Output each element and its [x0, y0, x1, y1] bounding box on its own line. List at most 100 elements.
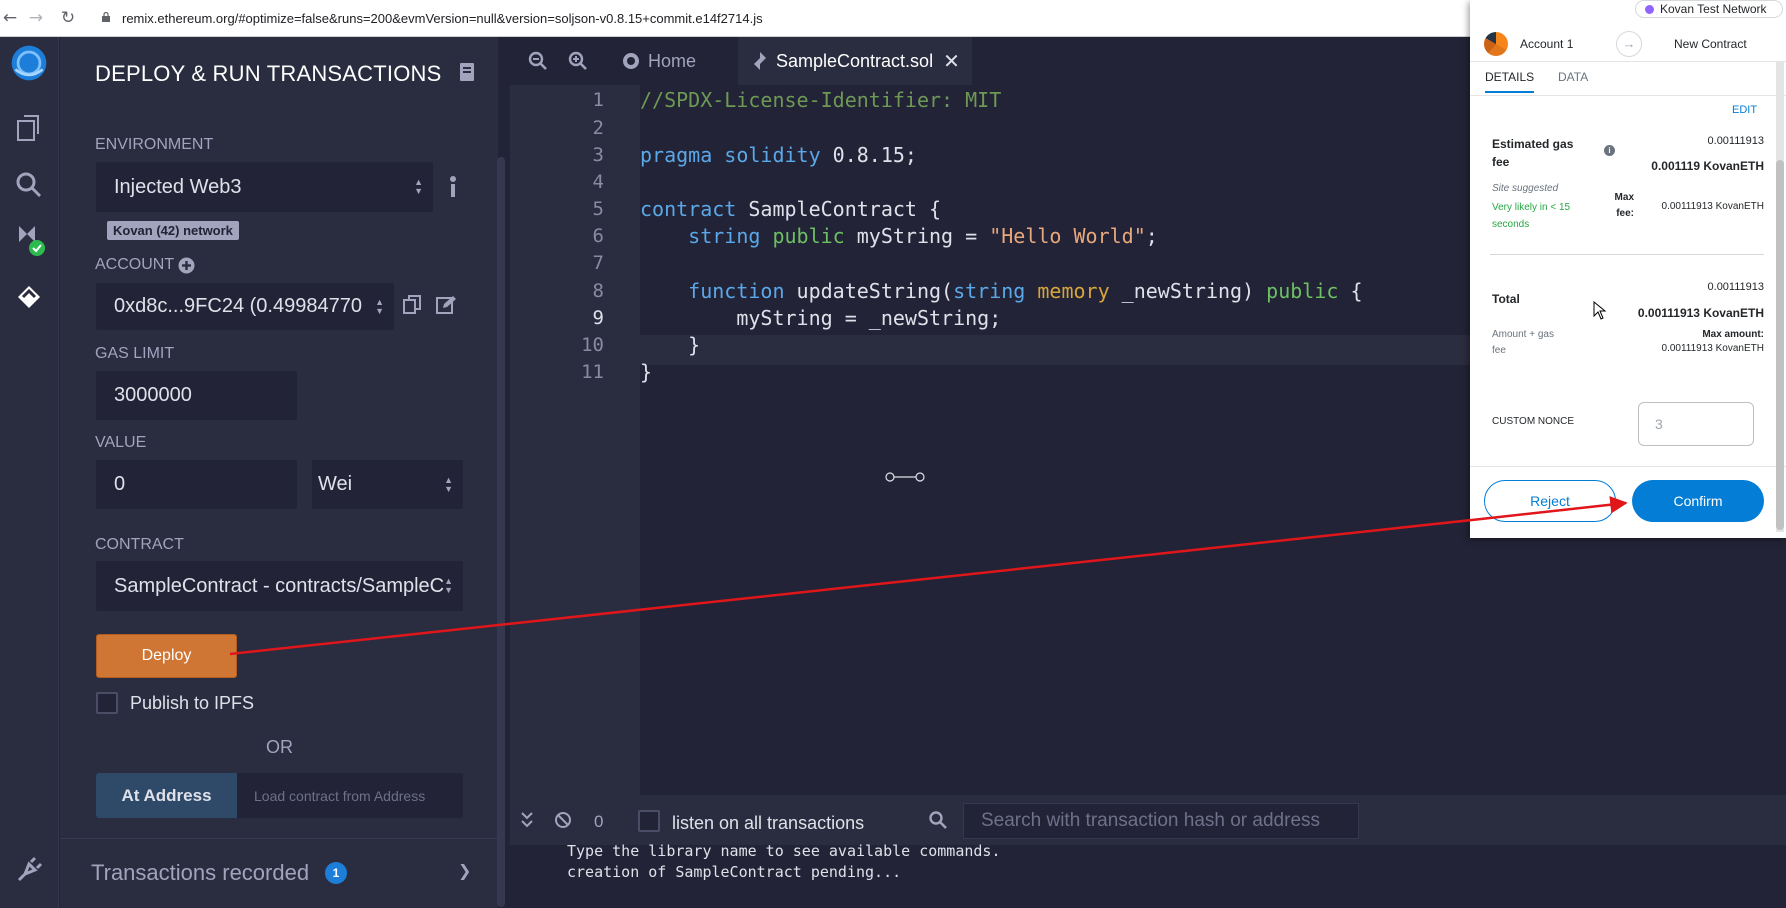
- network-dot-icon: [1645, 5, 1654, 14]
- code-keyword: function: [688, 279, 785, 303]
- tab-file-label: SampleContract.sol: [776, 50, 934, 71]
- likely-time: Very likely in < 15: [1492, 202, 1571, 213]
- line-number: 9: [592, 307, 604, 329]
- total-value: 0.00111913: [1707, 281, 1764, 293]
- plugin-manager-icon[interactable]: [8, 849, 50, 891]
- custom-nonce-input[interactable]: 3: [1638, 402, 1754, 446]
- terminal-search-input[interactable]: Search with transaction hash or address: [963, 803, 1359, 839]
- value-unit: Wei: [318, 473, 353, 495]
- est-gas-label-2: fee: [1492, 155, 1510, 169]
- solidity-compiler-icon[interactable]: [8, 219, 50, 261]
- line-number: 10: [581, 334, 604, 356]
- file-explorer-icon[interactable]: [8, 107, 50, 149]
- network-selector[interactable]: Kovan Test Network: [1635, 0, 1783, 18]
- code-type: string: [953, 279, 1026, 303]
- code-line-3: pragma solidity 0.8.15;: [640, 143, 917, 167]
- solidity-file-icon: [754, 52, 766, 70]
- code-line-6: string public myString = "Hello World";: [640, 224, 1158, 248]
- gas-limit-input[interactable]: 3000000: [96, 371, 297, 420]
- zoom-out-icon[interactable]: [528, 51, 548, 71]
- code-keyword: contract: [640, 197, 737, 221]
- publish-ipfs-label: Publish to IPFS: [130, 693, 255, 713]
- network-name: Kovan Test Network: [1660, 2, 1767, 16]
- remix-logo-icon[interactable]: [8, 42, 50, 84]
- code-text: ;: [1145, 224, 1158, 248]
- code-text: }: [688, 333, 701, 357]
- listen-all-checkbox[interactable]: [638, 810, 660, 832]
- resize-handle-icon[interactable]: [885, 471, 925, 483]
- close-tab-icon[interactable]: ✕: [943, 49, 960, 74]
- tab-home[interactable]: Home: [620, 37, 696, 85]
- account-label: ACCOUNT: [95, 256, 175, 273]
- code-text: 0.8.15;: [820, 143, 917, 167]
- zoom-in-icon[interactable]: [568, 51, 588, 71]
- max-amount-value: 0.00111913 KovanETH: [1661, 343, 1764, 354]
- at-address-input[interactable]: Load contract from Address: [237, 773, 463, 818]
- code-string: "Hello World": [989, 224, 1146, 248]
- chevron-right-icon[interactable]: ❯: [458, 861, 471, 881]
- confirm-button[interactable]: Confirm: [1632, 480, 1764, 522]
- reject-button[interactable]: Reject: [1484, 480, 1616, 522]
- select-arrows-icon: ▲ ▼: [444, 576, 453, 595]
- mouse-cursor-icon: [1593, 301, 1607, 320]
- code-text: _newString): [1109, 279, 1267, 303]
- collapse-terminal-icon[interactable]: [520, 812, 534, 828]
- line-number: 3: [592, 144, 604, 166]
- edit-gas-link[interactable]: EDIT: [1732, 104, 1757, 116]
- gas-limit-label: GAS LIMIT: [95, 345, 175, 362]
- address-bar[interactable]: remix.ethereum.org/#optimize=false&runs=…: [122, 11, 763, 26]
- value-input[interactable]: 0: [96, 460, 297, 509]
- deploy-run-icon[interactable]: [8, 276, 50, 318]
- back-icon[interactable]: ←: [0, 8, 20, 28]
- metamask-popup: Kovan Test Network Account 1 → New Contr…: [1470, 0, 1786, 538]
- mm-tabs: DETAILS DATA: [1470, 62, 1786, 96]
- panel-scrollbar[interactable]: [497, 157, 505, 907]
- forward-icon[interactable]: →: [26, 8, 46, 28]
- search-icon[interactable]: [8, 164, 50, 206]
- line-number: 2: [592, 117, 604, 139]
- value-unit-select[interactable]: Wei ▲ ▼: [312, 460, 463, 509]
- amount-gas-label: Amount + gas: [1492, 329, 1554, 340]
- environment-value: Injected Web3: [114, 175, 242, 198]
- copy-icon[interactable]: [403, 295, 421, 315]
- account-value: 0xd8c...9FC24 (0.49984770: [114, 295, 362, 317]
- publish-ipfs-checkbox[interactable]: [96, 692, 118, 714]
- terminal-line: Type the library name to see available c…: [567, 842, 1001, 860]
- reload-icon[interactable]: ↻: [58, 8, 78, 28]
- add-account-icon[interactable]: [178, 257, 195, 274]
- code-keyword: pragma solidity: [640, 143, 821, 167]
- account-name: Account 1: [1520, 37, 1574, 51]
- code-text: myString = _newString;: [736, 306, 1002, 330]
- deploy-button[interactable]: Deploy: [96, 634, 237, 678]
- amount-gas-label-2: fee: [1492, 345, 1506, 356]
- code-type: string: [688, 224, 761, 248]
- code-line-10: }: [640, 333, 700, 357]
- home-icon: [623, 53, 639, 69]
- docs-book-icon[interactable]: [458, 62, 476, 82]
- edit-icon[interactable]: [436, 295, 456, 315]
- contract-select[interactable]: SampleContract - contracts/SampleC ▲ ▼: [96, 561, 463, 611]
- code-line-5: contract SampleContract {: [640, 197, 941, 221]
- line-number: 4: [592, 171, 604, 193]
- info-icon[interactable]: [449, 175, 457, 199]
- tab-details[interactable]: DETAILS: [1485, 70, 1535, 93]
- account-row: Account 1 → New Contract: [1470, 26, 1786, 62]
- at-address-button[interactable]: At Address: [96, 773, 237, 818]
- select-arrows-icon: ▲ ▼: [414, 177, 423, 196]
- clear-console-icon[interactable]: [554, 811, 572, 829]
- select-arrows-icon: ▲ ▼: [444, 474, 453, 494]
- account-select[interactable]: 0xd8c...9FC24 (0.49984770 ▲ ▼: [96, 283, 394, 330]
- mm-scrollbar-thumb[interactable]: [1776, 160, 1784, 530]
- tab-samplecontract[interactable]: SampleContract.sol ✕: [738, 37, 972, 85]
- transactions-recorded-label: Transactions recorded: [91, 860, 310, 885]
- max-fee-label-2: fee:: [1616, 208, 1634, 219]
- max-amount-label: Max amount:: [1702, 329, 1764, 340]
- tab-data[interactable]: DATA: [1558, 70, 1588, 84]
- transactions-recorded-bar[interactable]: Transactions recorded 1 ❯: [60, 838, 498, 908]
- line-number: 6: [592, 225, 604, 247]
- line-number: 8: [592, 280, 604, 302]
- code-text: {: [1338, 279, 1363, 303]
- info-icon[interactable]: i: [1604, 145, 1615, 156]
- code-modifier: public: [772, 224, 845, 248]
- environment-select[interactable]: Injected Web3 ▲ ▼: [96, 162, 433, 212]
